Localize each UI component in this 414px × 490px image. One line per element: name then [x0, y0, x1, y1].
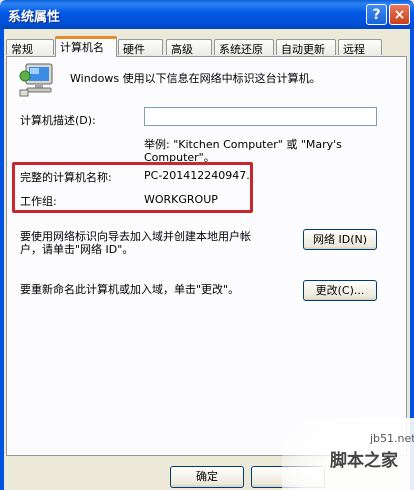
rename-text: 要重新命名此计算机或加入域，单击"更改"。	[20, 283, 240, 296]
computer-icon	[19, 63, 53, 97]
tab-system-restore[interactable]: 系统还原	[214, 39, 274, 56]
window-frame-left	[0, 29, 4, 490]
change-button[interactable]: 更改(C)...	[303, 280, 377, 301]
ok-button[interactable]: 确定	[170, 466, 244, 488]
description-input[interactable]	[144, 107, 377, 126]
watermark-text: 脚本之家	[330, 451, 398, 471]
tab-general[interactable]: 常规	[6, 39, 54, 56]
highlight-annotation	[12, 162, 253, 213]
tab-computer-name[interactable]: 计算机名	[55, 36, 117, 57]
network-text-line2: 户，请单击"网络 ID"。	[20, 243, 134, 256]
tab-automatic-updates[interactable]: 自动更新	[276, 39, 336, 56]
intro-text: Windows 使用以下信息在网络中标识这台计算机。	[70, 72, 321, 85]
window-title: 系统属性	[8, 10, 61, 25]
network-id-button[interactable]: 网络 ID(N)	[303, 229, 377, 250]
watermark-url: jb51.net	[370, 432, 414, 445]
description-label: 计算机描述(D):	[20, 114, 96, 127]
tab-hardware[interactable]: 硬件	[118, 39, 163, 56]
tab-advanced[interactable]: 高级	[166, 39, 212, 56]
help-button[interactable]: ?	[366, 4, 387, 25]
title-bar: 系统属性 ? ×	[0, 0, 414, 29]
tab-remote[interactable]: 远程	[338, 39, 382, 56]
close-button[interactable]: ×	[389, 4, 410, 25]
